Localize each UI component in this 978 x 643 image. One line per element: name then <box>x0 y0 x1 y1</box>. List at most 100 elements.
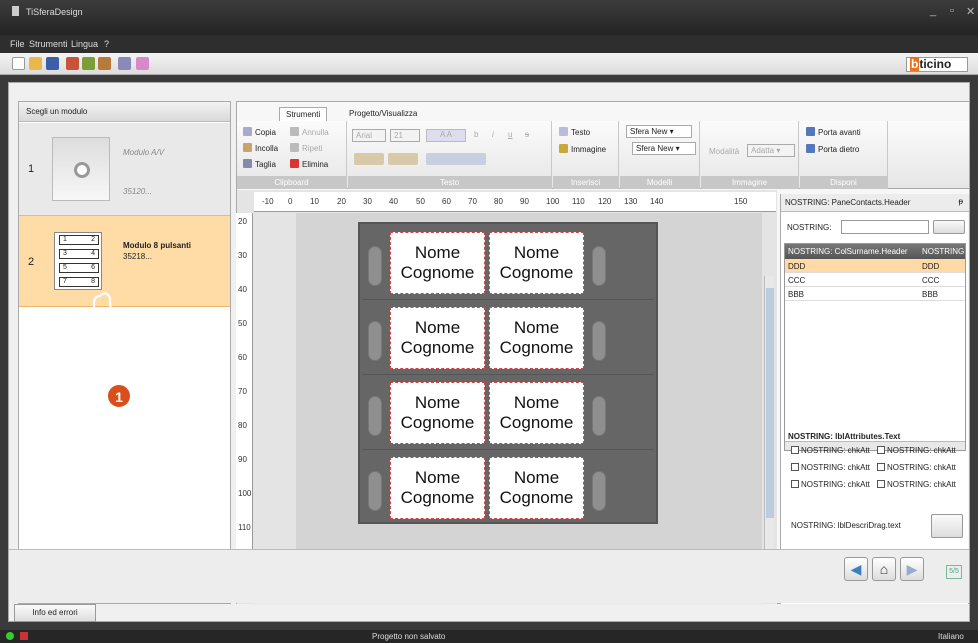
insert-group: Testo Immagine Inserisci <box>553 121 619 189</box>
font-grow-shrink-buttons[interactable]: A A <box>426 129 466 142</box>
contacts-pane-header: NOSTRING: PaneContacts.Header ᵽ <box>781 194 969 212</box>
paste-icon <box>243 143 252 152</box>
table-row[interactable]: CCC CCC <box>785 273 965 287</box>
italic-button[interactable]: i <box>492 130 494 139</box>
button-label[interactable]: Nome Cognome <box>390 307 485 369</box>
save-icon[interactable] <box>46 57 59 70</box>
image-icon <box>559 144 568 153</box>
attribute-checkbox[interactable]: NOSTRING: chkAtt <box>791 463 870 472</box>
table-row[interactable]: BBB BBB <box>785 287 965 301</box>
module-item-av[interactable]: 1 Modulo A/V 35120... <box>19 123 230 215</box>
attributes-title: NOSTRING: lblAttributes.Text <box>788 432 901 441</box>
upload-icon[interactable] <box>66 57 79 70</box>
button-right <box>592 396 606 436</box>
tab-progetto-visualizza[interactable]: Progetto/Visualizza <box>343 107 423 121</box>
button-label[interactable]: Nome Cognome <box>489 457 584 519</box>
page-counter: 5/5 <box>946 565 962 579</box>
ribbon: Copia Annulla Incolla Ripeti Taglia Elim… <box>237 121 969 189</box>
minimize-button[interactable]: _ <box>930 5 936 17</box>
delete-button[interactable]: Elimina <box>290 159 328 169</box>
button-label[interactable]: Nome Cognome <box>390 457 485 519</box>
tab-strumenti[interactable]: Strumenti <box>279 107 328 121</box>
forward-arrow-icon[interactable]: ▶ <box>900 557 924 581</box>
title-bar: TiSferaDesign _ ▫ ✕ <box>0 0 978 35</box>
table-row[interactable]: DDD DDD <box>785 259 965 273</box>
cut-button[interactable]: Taglia <box>243 159 276 169</box>
bring-forward-button[interactable]: Porta avanti <box>806 127 861 137</box>
column-surname-header[interactable]: NOSTRING: ColSurname.Header <box>788 247 908 256</box>
module-name: Modulo A/V <box>123 148 165 157</box>
grid-header: NOSTRING: ColSurname.Header NOSTRING: C <box>785 244 965 259</box>
close-button[interactable]: ✕ <box>966 5 975 18</box>
text-align-icons[interactable] <box>426 153 486 165</box>
font-family-select[interactable]: Arial <box>352 129 386 142</box>
model-select-2[interactable]: Sfera New ▾ <box>632 142 696 155</box>
menu-strumenti[interactable]: Strumenti <box>29 39 68 49</box>
button-label[interactable]: Nome Cognome <box>489 232 584 294</box>
menu-file[interactable]: File <box>10 39 25 49</box>
wizard-icon[interactable] <box>98 57 111 70</box>
button-left <box>368 321 382 361</box>
button-right <box>592 321 606 361</box>
horizontal-ruler: -10 0 10 20 30 40 50 60 70 80 90 100 110… <box>254 192 776 212</box>
filter-button[interactable] <box>933 220 965 234</box>
drag-button[interactable] <box>931 514 963 538</box>
undo-icon <box>290 127 299 136</box>
undo-button[interactable]: Annulla <box>290 127 329 137</box>
open-folder-icon[interactable] <box>29 57 42 70</box>
font-size-select[interactable]: 21 <box>390 129 420 142</box>
new-file-icon[interactable] <box>12 57 25 70</box>
attribute-checkbox[interactable]: NOSTRING: chkAtt <box>791 446 870 455</box>
attribute-checkbox[interactable]: NOSTRING: chkAtt <box>877 463 956 472</box>
button-label[interactable]: Nome Cognome <box>390 232 485 294</box>
bold-button[interactable]: b <box>474 130 478 139</box>
language-flags-icon[interactable] <box>136 57 149 70</box>
button-label[interactable]: Nome Cognome <box>489 382 584 444</box>
app-icon <box>12 6 19 16</box>
menu-help[interactable]: ? <box>104 39 109 49</box>
insert-text-button[interactable]: Testo <box>559 127 590 137</box>
restore-button[interactable]: ▫ <box>950 5 954 17</box>
module-8-buttons-thumbnail: 12 34 56 78 <box>54 232 102 290</box>
save-status: Progetto non salvato <box>372 632 446 641</box>
download-icon[interactable] <box>82 57 95 70</box>
module-chooser-header: Scegli un modulo <box>19 102 230 122</box>
info-errors-button[interactable]: Info ed errori <box>14 604 96 622</box>
home-icon[interactable]: ⌂ <box>872 557 896 581</box>
button-label[interactable]: Nome Cognome <box>489 307 584 369</box>
underline-button[interactable]: u <box>508 130 512 139</box>
contacts-grid: NOSTRING: ColSurname.Header NOSTRING: C … <box>784 243 966 451</box>
attribute-checkbox[interactable]: NOSTRING: chkAtt <box>877 446 956 455</box>
strikethrough-button[interactable]: s <box>525 130 529 139</box>
module-number: 2 <box>28 256 35 268</box>
attribute-checkbox[interactable]: NOSTRING: chkAtt <box>877 480 956 489</box>
pin-icon[interactable]: ᵽ <box>959 197 963 206</box>
button-label[interactable]: Nome Cognome <box>390 382 485 444</box>
settings-icon[interactable] <box>118 57 131 70</box>
navigation-bar <box>9 549 969 603</box>
attribute-checkbox[interactable]: NOSTRING: chkAtt <box>791 480 870 489</box>
image-mode-select[interactable]: Adatta ▾ <box>747 144 795 157</box>
image-group-label: Immagine <box>701 176 798 189</box>
bring-forward-icon <box>806 127 815 136</box>
fill-color-icon[interactable] <box>354 153 384 165</box>
column-header-2[interactable]: NOSTRING: C <box>922 247 965 256</box>
button-left <box>368 471 382 511</box>
model-select-1[interactable]: Sfera New ▾ <box>626 125 692 138</box>
menu-lingua[interactable]: Lingua <box>71 39 98 49</box>
paste-button[interactable]: Incolla <box>243 143 278 153</box>
redo-button[interactable]: Ripeti <box>290 143 322 153</box>
insert-image-button[interactable]: Immagine <box>559 144 606 154</box>
font-color-icon[interactable] <box>388 153 418 165</box>
send-backward-button[interactable]: Porta dietro <box>806 144 859 154</box>
arrange-group-label: Disponi <box>800 176 887 189</box>
text-group: Arial 21 A A b i u s Testo <box>348 121 552 189</box>
back-arrow-icon[interactable]: ◀ <box>844 557 868 581</box>
window-title: TiSferaDesign <box>26 7 83 17</box>
text-group-label: Testo <box>348 176 551 189</box>
module-av-thumbnail <box>52 137 110 201</box>
filter-input[interactable] <box>841 220 929 234</box>
callout-marker: 1 <box>107 384 131 408</box>
copy-button[interactable]: Copia <box>243 127 276 137</box>
status-error-icon <box>20 632 28 640</box>
